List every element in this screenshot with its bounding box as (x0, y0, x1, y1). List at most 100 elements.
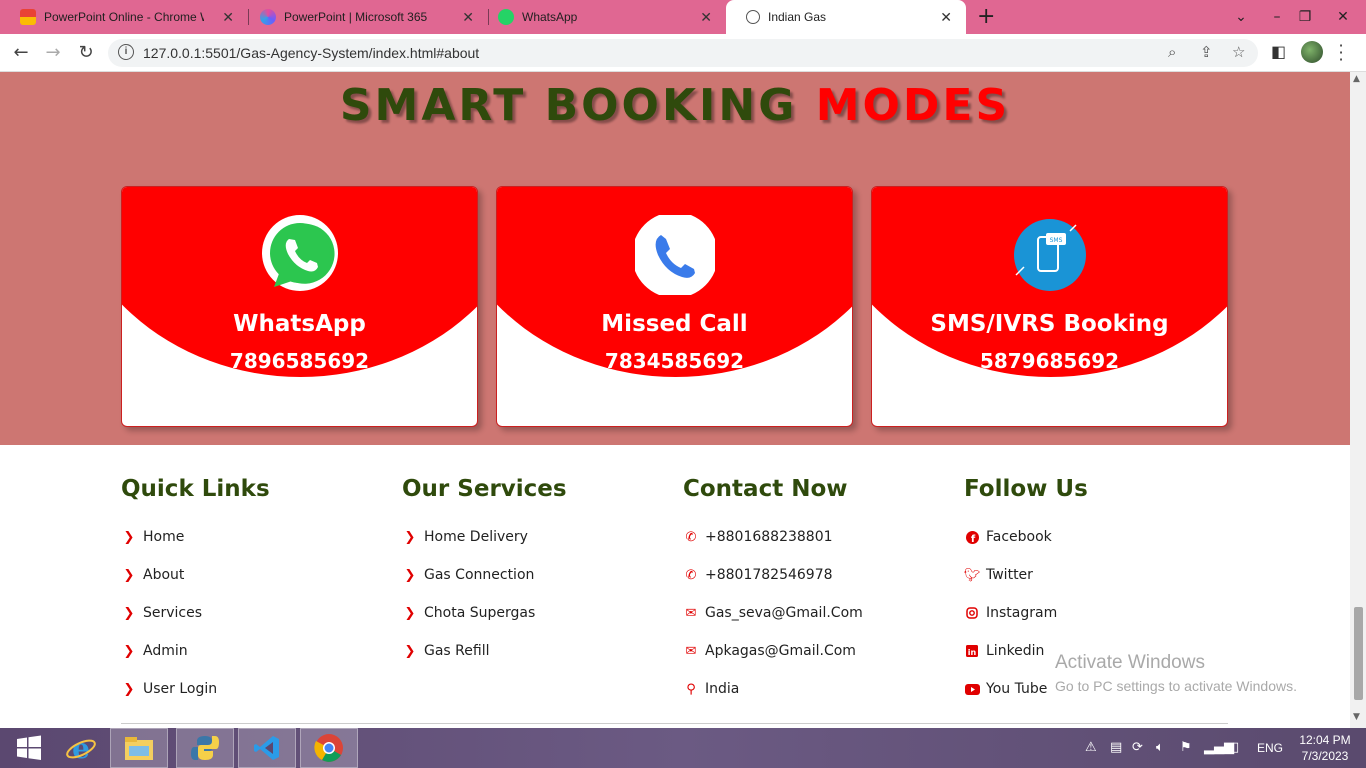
title-accent: MODES (815, 80, 1011, 131)
footer-link-gas-refill[interactable]: ❯ Gas Refill (402, 632, 567, 670)
action-center-icon[interactable]: ▤ (1110, 740, 1122, 755)
chevron-right-icon: ❯ (404, 605, 416, 621)
sync-icon[interactable]: ⟳ (1132, 740, 1143, 755)
tab-powerpoint-online[interactable]: PowerPoint Online - Chrome Web ✕ (0, 0, 248, 34)
social-twitter[interactable]: 🐦︎ Twitter (964, 556, 1088, 594)
footer-contact: Contact Now ✆ +8801688238801 ✆ +8801782546… (683, 476, 863, 708)
link-label[interactable]: Admin (143, 643, 188, 659)
minimize-icon[interactable]: – (1262, 0, 1292, 34)
contact-location[interactable]: ⚲ India (683, 670, 863, 708)
contact-text[interactable]: +8801782546978 (705, 567, 833, 583)
start-button[interactable] (0, 728, 58, 768)
volume-icon[interactable]: 🔈︎ (1156, 740, 1164, 755)
card-title: SMS/IVRS Booking (930, 311, 1169, 337)
globe-icon (746, 10, 760, 24)
phone-icon: ✆ (685, 567, 697, 583)
footer-quick-links: Quick Links ❯ Home ❯ About ❯ Services ❯ Admi… (121, 476, 270, 708)
close-icon[interactable]: ✕ (700, 9, 712, 25)
footer-heading: Follow Us (964, 476, 1088, 502)
close-icon[interactable]: ✕ (462, 9, 474, 25)
share-icon[interactable]: ⇪ (1200, 43, 1213, 61)
network-warning-icon[interactable]: ⚑ (1180, 740, 1192, 755)
instagram-icon (964, 607, 980, 619)
internet-explorer-icon[interactable]: e (52, 728, 110, 768)
footer-link-chota-supergas[interactable]: ❯ Chota Supergas (402, 594, 567, 632)
url-text[interactable]: 127.0.0.1:5501/Gas-Agency-System/index.h… (143, 45, 479, 61)
footer-services: Our Services ❯ Home Delivery ❯ Gas Connect… (402, 476, 567, 670)
forward-icon[interactable]: → (41, 41, 65, 65)
vscode-icon[interactable] (238, 728, 296, 768)
contact-text[interactable]: Apkagas@Gmail.Com (705, 643, 856, 659)
footer-link-home-delivery[interactable]: ❯ Home Delivery (402, 518, 567, 556)
battery-icon[interactable]: ▯ (1232, 740, 1239, 755)
tab-whatsapp[interactable]: WhatsApp ✕ (478, 0, 726, 34)
system-clock[interactable]: 12:04 PM 7/3/2023 (1290, 732, 1360, 764)
footer-link-admin[interactable]: ❯ Admin (121, 632, 270, 670)
link-label[interactable]: Services (143, 605, 202, 621)
link-label[interactable]: Home Delivery (424, 529, 528, 545)
social-facebook[interactable]: f Facebook (964, 518, 1088, 556)
link-label[interactable]: Chota Supergas (424, 605, 535, 621)
social-label[interactable]: Linkedin (986, 643, 1044, 659)
chevron-right-icon: ❯ (404, 643, 416, 659)
chrome-icon[interactable] (300, 728, 358, 768)
link-label[interactable]: Gas Connection (424, 567, 534, 583)
signal-icon[interactable]: ▂▄▆ (1204, 740, 1234, 755)
chevron-right-icon: ❯ (123, 567, 135, 583)
tab-search-icon[interactable]: ⌄ (1226, 0, 1256, 34)
social-label[interactable]: You Tube (986, 681, 1047, 697)
contact-phone-1[interactable]: ✆ +8801688238801 (683, 518, 863, 556)
booking-card-sms[interactable]: SMS SMS/IVRS Booking 5879685692 (871, 186, 1228, 427)
close-icon[interactable]: ✕ (940, 9, 952, 25)
booking-modes-section: SMART BOOKING MODES WhatsApp 7896585692 … (0, 72, 1350, 445)
social-instagram[interactable]: Instagram (964, 594, 1088, 632)
language-indicator[interactable]: ENG (1257, 741, 1283, 755)
social-label[interactable]: Twitter (986, 567, 1033, 583)
scrollbar-thumb[interactable] (1354, 607, 1363, 700)
contact-email-1[interactable]: ✉ Gas_seva@Gmail.Com (683, 594, 863, 632)
window-close-icon[interactable]: ✕ (1320, 0, 1366, 34)
close-icon[interactable]: ✕ (222, 9, 234, 25)
menu-kebab-icon[interactable]: · · · (1336, 38, 1346, 68)
profile-avatar[interactable] (1301, 41, 1323, 63)
user-alert-icon[interactable]: ⚠ (1085, 740, 1097, 755)
scroll-up-icon[interactable]: ▲ (1353, 74, 1360, 84)
python-icon[interactable] (176, 728, 234, 768)
scroll-down-icon[interactable]: ▼ (1353, 712, 1360, 722)
link-label[interactable]: User Login (143, 681, 217, 697)
file-explorer-icon[interactable] (110, 728, 168, 768)
tab-indian-gas[interactable]: Indian Gas ✕ (726, 0, 966, 34)
contact-email-2[interactable]: ✉ Apkagas@Gmail.Com (683, 632, 863, 670)
footer-divider (121, 723, 1228, 724)
footer-link-home[interactable]: ❯ Home (121, 518, 270, 556)
footer-link-user-login[interactable]: ❯ User Login (121, 670, 270, 708)
zoom-icon[interactable]: ⌕ (1168, 43, 1176, 61)
contact-text[interactable]: +8801688238801 (705, 529, 833, 545)
twitter-icon: 🐦︎ (963, 567, 981, 583)
side-panel-icon[interactable]: ◧ (1271, 42, 1286, 61)
social-label[interactable]: Instagram (986, 605, 1057, 621)
booking-card-missed-call[interactable]: Missed Call 7834585692 (496, 186, 853, 427)
restore-icon[interactable]: ❐ (1290, 0, 1320, 34)
link-label[interactable]: Home (143, 529, 184, 545)
footer-link-gas-connection[interactable]: ❯ Gas Connection (402, 556, 567, 594)
social-label[interactable]: Facebook (986, 529, 1052, 545)
bookmark-star-icon[interactable]: ☆ (1232, 43, 1245, 61)
envelope-icon: ✉ (685, 643, 697, 659)
booking-card-whatsapp[interactable]: WhatsApp 7896585692 (121, 186, 478, 427)
omnibox[interactable]: i 127.0.0.1:5501/Gas-Agency-System/index… (108, 39, 1258, 67)
back-icon[interactable]: ← (9, 41, 33, 65)
link-label[interactable]: Gas Refill (424, 643, 489, 659)
chevron-right-icon: ❯ (404, 529, 416, 545)
tab-powerpoint-365[interactable]: PowerPoint | Microsoft 365 ✕ (240, 0, 488, 34)
footer-link-services[interactable]: ❯ Services (121, 594, 270, 632)
link-label[interactable]: About (143, 567, 184, 583)
contact-phone-2[interactable]: ✆ +8801782546978 (683, 556, 863, 594)
vertical-scrollbar[interactable]: ▲ ▼ (1350, 72, 1366, 728)
contact-text[interactable]: Gas_seva@Gmail.Com (705, 605, 863, 621)
contact-text[interactable]: India (705, 681, 739, 697)
reload-icon[interactable]: ↻ (74, 41, 98, 65)
site-info-icon[interactable]: i (118, 44, 134, 60)
new-tab-icon[interactable]: + (977, 4, 995, 29)
footer-link-about[interactable]: ❯ About (121, 556, 270, 594)
